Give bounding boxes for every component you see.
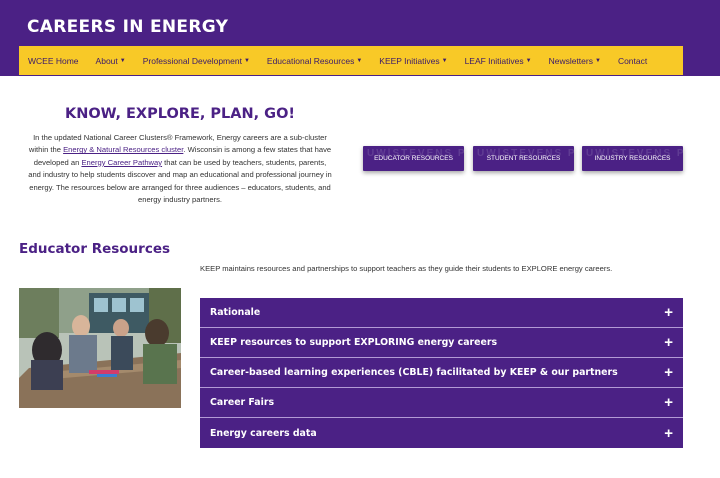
nav-item-label: Professional Development [142,55,242,66]
plus-icon: + [664,304,673,321]
nav-item-leaf-initiatives[interactable]: LEAF Initiatives ▼ [465,56,532,66]
industry-resources-button[interactable]: UW|STEVENS POINT INDUSTRY RESOURCES [582,146,683,171]
accordion-item-keep-resources[interactable]: KEEP resources to support EXPLORING ener… [200,328,683,358]
button-label: EDUCATOR RESOURCES [374,155,453,162]
button-label: INDUSTRY RESOURCES [594,155,671,162]
accordion-item-energy-careers-data[interactable]: Energy careers data + [200,418,683,448]
student-resources-button[interactable]: UW|STEVENS POINT STUDENT RESOURCES [473,146,574,171]
chevron-down-icon: ▼ [441,57,448,64]
plus-icon: + [664,334,673,351]
accordion-item-title: Energy careers data [210,427,317,439]
nav-item-keep-initiatives[interactable]: KEEP Initiatives ▼ [379,56,447,66]
plus-icon: + [664,424,673,442]
chevron-down-icon: ▼ [243,57,250,64]
students-photo [19,288,181,408]
nav-item-label: WCEE Home [28,55,79,66]
plus-icon: + [664,364,673,381]
intro-paragraph: In the updated National Career Clusters®… [28,132,332,206]
nav-item-label: Contact [617,55,648,66]
nav-item-professional-development[interactable]: Professional Development ▼ [143,56,250,66]
nav-item-newsletters[interactable]: Newsletters ▼ [549,56,601,66]
intro-heading: KNOW, EXPLORE, PLAN, GO! [64,106,296,122]
accordion-item-title: Career Fairs [210,397,275,408]
accordion-item-title: KEEP resources to support EXPLORING ener… [210,337,498,348]
site-title: CAREERS IN ENERGY [27,17,229,37]
educator-resources-description: KEEP maintains resources and partnership… [200,264,613,273]
chevron-down-icon: ▼ [119,57,126,64]
chevron-down-icon: ▼ [594,57,601,64]
nav-item-educational-resources[interactable]: Educational Resources ▼ [267,56,362,66]
nav-item-label: Newsletters [548,55,593,66]
nav-item-contact[interactable]: Contact [618,56,647,66]
accordion-item-title: Career-based learning experiences (CBLE)… [210,367,618,378]
accordion-item-career-fairs[interactable]: Career Fairs + [200,388,683,418]
nav-item-label: KEEP Initiatives [379,55,440,66]
educator-resources-button[interactable]: UW|STEVENS POINT EDUCATOR RESOURCES [363,146,464,171]
accordion-item-cble[interactable]: Career-based learning experiences (CBLE)… [200,358,683,388]
energy-natural-resources-link[interactable]: Energy & Natural Resources cluster [63,145,183,154]
energy-career-pathway-link[interactable]: Energy Career Pathway [81,158,162,167]
plus-icon: + [664,394,673,411]
nav-item-wcee-home[interactable]: WCEE Home [28,56,79,66]
accordion-item-title: Rationale [210,307,261,318]
nav-item-label: LEAF Initiatives [464,55,524,66]
chevron-down-icon: ▼ [525,57,532,64]
nav-item-label: Educational Resources [266,55,355,66]
accordion-item-rationale[interactable]: Rationale + [200,298,683,328]
chevron-down-icon: ▼ [356,57,363,64]
educator-resources-title: Educator Resources [19,241,171,257]
educator-accordion: Rationale + KEEP resources to support EX… [200,298,683,448]
button-label: STUDENT RESOURCES [486,155,561,162]
main-nav: WCEE Home About ▼ Professional Developmen… [19,46,683,75]
nav-item-about[interactable]: About ▼ [96,56,126,66]
nav-item-label: About [95,55,118,66]
